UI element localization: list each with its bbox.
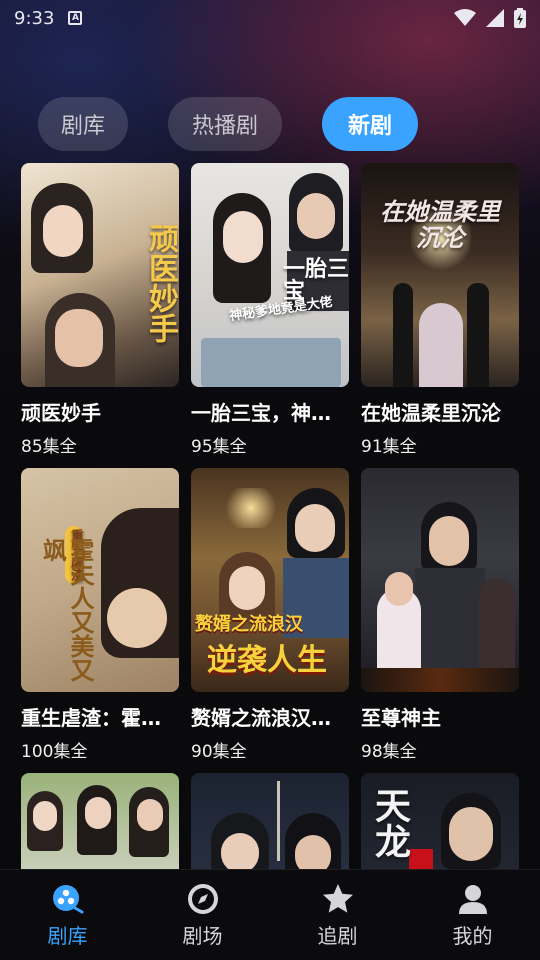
drama-grid: 顽医妙手 顽医妙手 85集全 一胎三宝 神秘爹地竟是大佬 一胎三宝，神秘爹地竟是…: [21, 163, 521, 869]
nav-library-label: 剧库: [47, 923, 88, 948]
drama-card[interactable]: 一胎三宝 神秘爹地竟是大佬 一胎三宝，神秘爹地竟是大佬 95集全: [191, 163, 349, 457]
drama-card[interactable]: 在她温柔里沉沦 在她温柔里沉沦 91集全: [361, 163, 519, 457]
drama-episodes: 100集全: [21, 742, 88, 762]
drama-poster: 天龙: [361, 773, 519, 869]
nav-following-label: 追剧: [317, 923, 358, 948]
drama-card[interactable]: 赘婿之流浪汉 逆袭人生 赘婿之流浪汉逆袭人生 90集全: [191, 468, 349, 762]
profile-icon: [458, 884, 487, 914]
drama-card[interactable]: 天龙: [361, 773, 519, 869]
cellular-signal-icon: [486, 9, 504, 27]
drama-title: 赘婿之流浪汉逆袭人生: [191, 706, 349, 730]
tab-new[interactable]: 新剧: [322, 97, 418, 151]
star-icon: [322, 883, 353, 913]
category-tabs: 剧库 热播剧 新剧: [38, 96, 418, 152]
tab-library[interactable]: 剧库: [38, 97, 128, 151]
poster-title-art: 霍夫人又美又飒: [38, 538, 94, 682]
drama-episodes: 98集全: [361, 742, 417, 762]
nav-following[interactable]: 追剧: [270, 870, 405, 960]
drama-poster: 重生虐渣 霍夫人又美又飒: [21, 468, 179, 692]
drama-poster: 顽医妙手: [21, 163, 179, 387]
wifi-icon: [454, 9, 476, 26]
drama-episodes: 90集全: [191, 742, 247, 762]
drama-episodes: 85集全: [21, 437, 77, 457]
poster-title-art: 天龙: [369, 787, 410, 859]
notification-icon: A: [68, 11, 83, 25]
nav-theater-label: 剧场: [182, 923, 223, 948]
drama-card[interactable]: 重生虐渣 霍夫人又美又飒 重生虐渣：霍夫人又美又飒 100集全: [21, 468, 179, 762]
nav-profile-label: 我的: [452, 923, 493, 948]
poster-title-art: 顽医妙手: [143, 223, 178, 343]
drama-card[interactable]: 顽医妙手 顽医妙手 85集全: [21, 163, 179, 457]
drama-title: 重生虐渣：霍夫人又美又飒: [21, 706, 179, 730]
bottom-navigation: 剧库 剧场 追剧 我的: [0, 869, 540, 960]
drama-poster: 赘婿之流浪汉 逆袭人生: [191, 468, 349, 692]
drama-title: 顽医妙手: [21, 401, 101, 425]
battery-icon: [514, 8, 526, 28]
nav-library[interactable]: 剧库: [0, 870, 135, 960]
library-icon: [52, 884, 83, 913]
status-time: 9:33: [14, 7, 55, 29]
drama-title: 在她温柔里沉沦: [361, 401, 501, 425]
drama-title: 至尊神主: [361, 706, 441, 730]
compass-icon: [187, 883, 218, 914]
drama-episodes: 95集全: [191, 437, 247, 457]
poster-subtitle-art: 逆袭人生: [207, 643, 327, 678]
drama-card[interactable]: [191, 773, 349, 869]
drama-poster: [191, 773, 349, 869]
drama-card[interactable]: 至尊神主 98集全: [361, 468, 519, 762]
drama-poster: 一胎三宝 神秘爹地竟是大佬: [191, 163, 349, 387]
drama-poster: [361, 468, 519, 692]
drama-poster: [21, 773, 179, 869]
tab-hot[interactable]: 热播剧: [168, 97, 282, 151]
drama-poster: 在她温柔里沉沦: [361, 163, 519, 387]
drama-episodes: 91集全: [361, 437, 417, 457]
drama-title: 一胎三宝，神秘爹地竟是大佬: [191, 401, 349, 425]
nav-theater[interactable]: 剧场: [135, 870, 270, 960]
nav-profile[interactable]: 我的: [405, 870, 540, 960]
poster-title-art: 赘婿之流浪汉: [195, 614, 303, 635]
status-bar: 9:33 A: [0, 0, 540, 36]
poster-title-art: 在她温柔里沉沦: [380, 198, 500, 253]
drama-card[interactable]: [21, 773, 179, 869]
